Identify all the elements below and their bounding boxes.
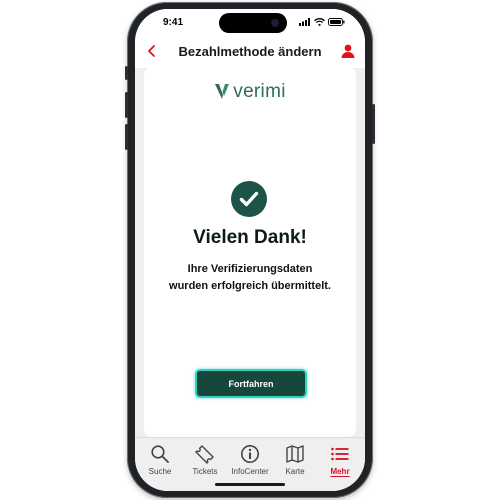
stage: 9:41 Bezahlmethode ändern verimi Vielen … bbox=[0, 0, 500, 500]
map-icon bbox=[286, 445, 304, 463]
phone-side-button-volume-down bbox=[125, 124, 128, 150]
cellular-signal-icon bbox=[299, 18, 310, 26]
tab-label-infocenter: InfoCenter bbox=[231, 467, 269, 476]
info-icon bbox=[241, 445, 259, 463]
success-badge bbox=[231, 181, 267, 217]
page-title: Bezahlmethode ändern bbox=[178, 44, 322, 59]
tab-label-search: Suche bbox=[148, 467, 172, 476]
front-camera bbox=[271, 19, 279, 27]
phone-side-button-power bbox=[372, 104, 375, 144]
tab-label-more: Mehr bbox=[330, 467, 350, 476]
dynamic-island bbox=[219, 13, 287, 33]
home-indicator[interactable] bbox=[215, 483, 285, 486]
success-message-line-2: wurden erfolgreich übermittelt. bbox=[169, 280, 331, 292]
search-icon bbox=[151, 445, 169, 463]
navigation-header: Bezahlmethode ändern bbox=[135, 35, 365, 68]
profile-button[interactable] bbox=[340, 43, 356, 59]
checkmark-circle-icon bbox=[239, 191, 259, 207]
phone-screen: 9:41 Bezahlmethode ändern verimi Vielen … bbox=[135, 9, 365, 491]
tab-label-map: Karte bbox=[285, 467, 305, 476]
verification-card: verimi Vielen Dank! Ihre Verifizierungsd… bbox=[144, 67, 356, 437]
tab-tickets[interactable]: Tickets bbox=[183, 444, 227, 484]
success-message-line-1: Ihre Verifizierungsdaten bbox=[187, 263, 313, 275]
phone-side-button-mute bbox=[125, 66, 128, 80]
success-message: Ihre Verifizierungsdaten wurden erfolgre… bbox=[144, 261, 356, 295]
tab-search[interactable]: Suche bbox=[138, 444, 182, 484]
ticket-icon bbox=[195, 445, 214, 464]
status-time: 9:41 bbox=[163, 17, 184, 28]
continue-button[interactable]: Fortfahren bbox=[195, 369, 307, 398]
user-icon bbox=[341, 44, 355, 58]
wifi-icon bbox=[314, 18, 325, 26]
tab-label-tickets: Tickets bbox=[192, 467, 218, 476]
tab-more[interactable]: Mehr bbox=[318, 444, 362, 484]
tab-infocenter[interactable]: InfoCenter bbox=[228, 444, 272, 484]
battery-icon bbox=[328, 18, 345, 26]
verimi-logo-mark bbox=[215, 84, 230, 99]
tab-map[interactable]: Karte bbox=[273, 444, 317, 484]
phone-side-button-volume-up bbox=[125, 92, 128, 118]
verimi-logo-text: verimi bbox=[233, 81, 286, 102]
verimi-logo: verimi bbox=[144, 81, 356, 103]
success-heading: Vielen Dank! bbox=[193, 227, 307, 248]
status-icons bbox=[299, 18, 345, 26]
menu-icon bbox=[331, 447, 349, 461]
